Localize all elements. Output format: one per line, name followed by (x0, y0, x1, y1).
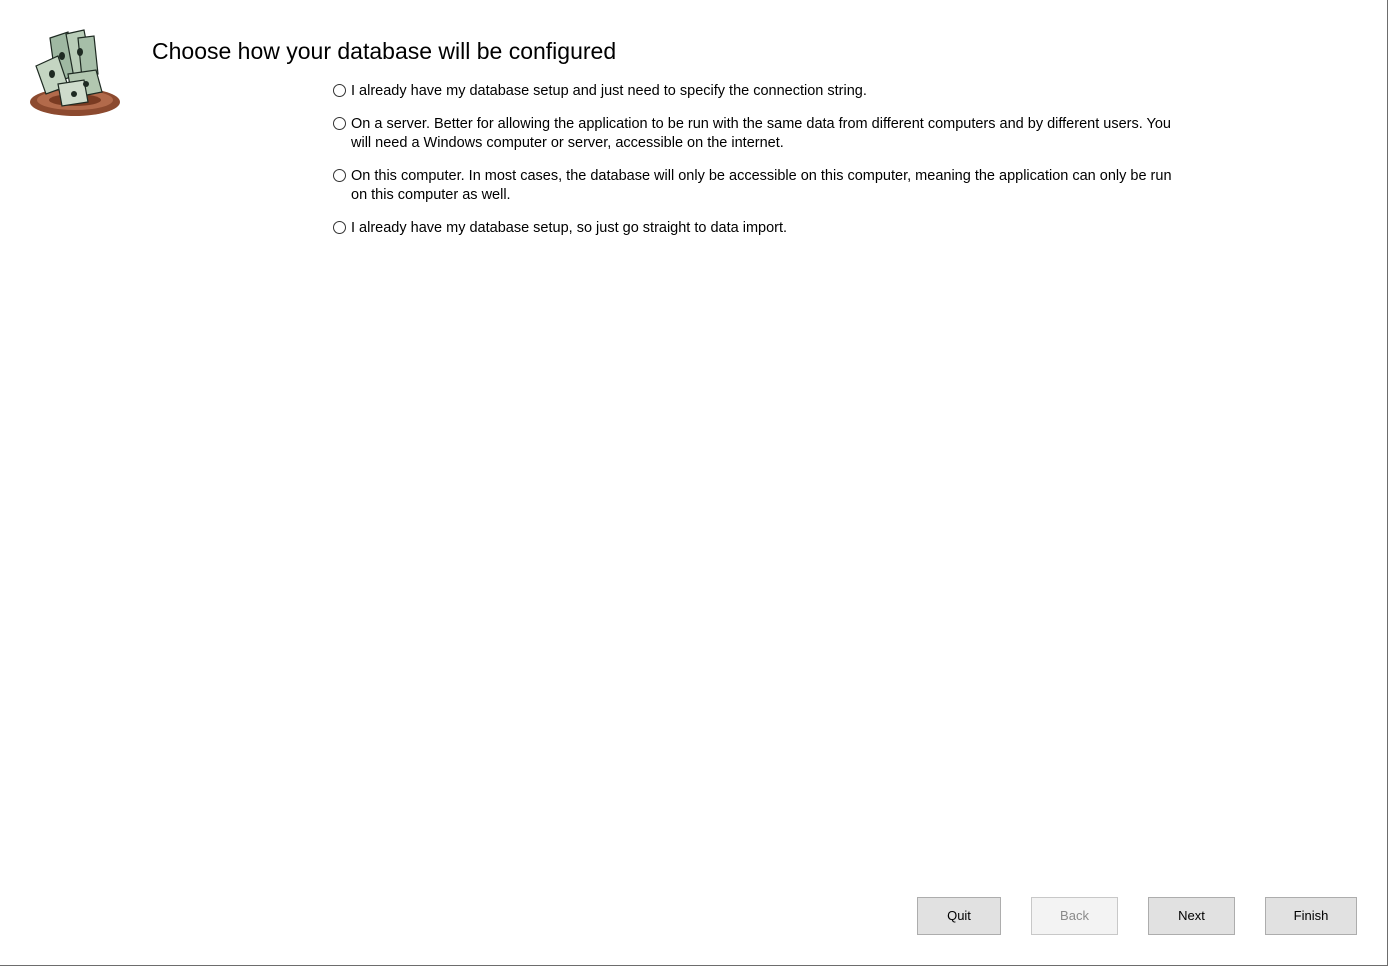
quit-button[interactable]: Quit (917, 897, 1001, 935)
option-this-computer-label[interactable]: On this computer. In most cases, the dat… (351, 167, 1172, 205)
next-button[interactable]: Next (1148, 897, 1235, 935)
page-title: Choose how your database will be configu… (152, 38, 617, 64)
setup-wizard-window: Choose how your database will be configu… (0, 0, 1388, 966)
option-connection-string[interactable]: I already have my database setup and jus… (332, 82, 1172, 101)
radio-connection-string[interactable] (333, 84, 346, 97)
option-this-computer[interactable]: On this computer. In most cases, the dat… (332, 167, 1172, 205)
option-connection-string-label[interactable]: I already have my database setup and jus… (351, 82, 1172, 101)
radio-server[interactable] (333, 117, 346, 130)
option-server[interactable]: On a server. Better for allowing the app… (332, 115, 1172, 153)
option-data-import[interactable]: I already have my database setup, so jus… (332, 219, 1172, 238)
option-data-import-label[interactable]: I already have my database setup, so jus… (351, 219, 1172, 238)
option-server-label[interactable]: On a server. Better for allowing the app… (351, 115, 1172, 153)
radio-data-import[interactable] (333, 221, 346, 234)
finish-button[interactable]: Finish (1265, 897, 1357, 935)
database-config-options: I already have my database setup and jus… (332, 82, 1172, 252)
money-stack-logo-icon (28, 28, 122, 122)
back-button[interactable]: Back (1031, 897, 1118, 935)
radio-this-computer[interactable] (333, 169, 346, 182)
